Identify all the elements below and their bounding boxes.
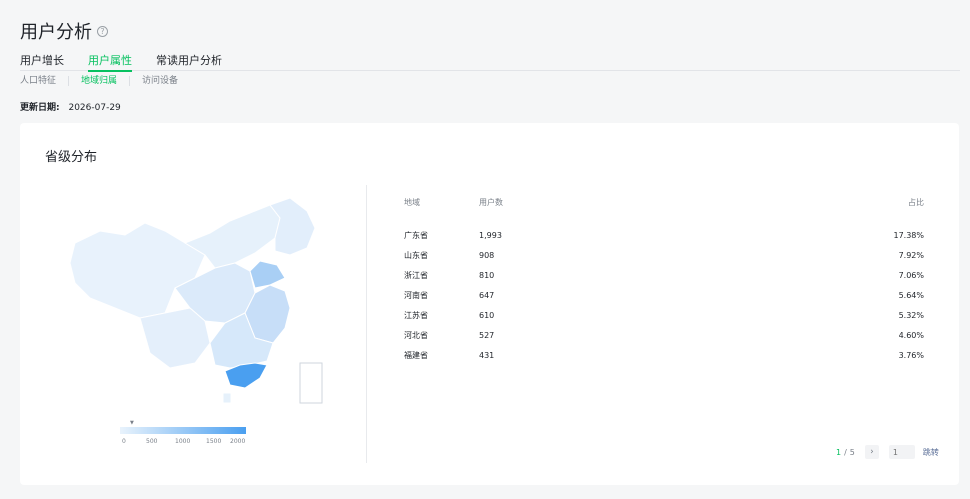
map-region-west[interactable] xyxy=(69,222,206,319)
table-row: 福建省 431 3.76% xyxy=(404,345,924,365)
province-card: 省级分布 ▼ 0 500 1000 1500 2000 地域 用户数 占比 广东… xyxy=(20,123,959,485)
subtab-device[interactable]: 访问设备 xyxy=(129,76,190,86)
card-title: 省级分布 xyxy=(45,150,98,165)
china-map xyxy=(69,197,323,404)
cell-users: 1,993 xyxy=(479,230,502,240)
cell-users: 527 xyxy=(479,330,495,340)
table-row: 山东省 908 7.92% xyxy=(404,245,924,265)
table-row: 河南省 647 5.64% xyxy=(404,285,924,305)
header-region: 地域 xyxy=(404,198,420,207)
subtab-region[interactable]: 地域归属 xyxy=(68,76,129,86)
map-region-shandong[interactable] xyxy=(249,260,286,289)
legend-ticks: 0 500 1000 1500 2000 xyxy=(120,438,250,448)
card-divider xyxy=(366,185,367,463)
table-row: 河北省 527 4.60% xyxy=(404,325,924,345)
map-south-sea-inset xyxy=(299,362,323,404)
legend-tick: 1500 xyxy=(206,438,222,445)
page-title: 用户分析 ? xyxy=(20,18,108,44)
pager-current: 1 xyxy=(836,447,842,457)
table-row: 江苏省 610 5.32% xyxy=(404,305,924,325)
table-row: 浙江省 810 7.06% xyxy=(404,265,924,285)
sub-tabs: 人口特征 地域归属 访问设备 xyxy=(20,76,190,86)
page-title-text: 用户分析 xyxy=(20,22,92,43)
cell-share: 5.64% xyxy=(898,290,924,300)
map-region-hainan[interactable] xyxy=(222,392,232,404)
legend-tick: 500 xyxy=(146,438,158,445)
legend-marker-icon: ▼ xyxy=(130,420,134,426)
cell-region: 广东省 xyxy=(404,230,428,240)
table-row: 广东省 1,993 17.38% xyxy=(404,225,924,245)
cell-share: 4.60% xyxy=(898,330,924,340)
province-table: 地域 用户数 占比 广东省 1,993 17.38% 山东省 908 7.92%… xyxy=(404,197,924,365)
update-date-label: 更新日期: xyxy=(20,103,60,113)
legend-gradient-bar xyxy=(120,427,246,434)
cell-users: 431 xyxy=(479,350,495,360)
page-jump-input[interactable] xyxy=(888,445,915,459)
cell-share: 3.76% xyxy=(898,350,924,360)
pager-separator: / xyxy=(844,447,847,457)
pager-total: 5 xyxy=(849,447,855,457)
cell-share: 5.32% xyxy=(898,310,924,320)
cell-region: 山东省 xyxy=(404,250,428,260)
tab-user-attributes[interactable]: 用户属性 xyxy=(88,52,132,72)
cell-users: 647 xyxy=(479,290,495,300)
update-date-value: 2026-07-29 xyxy=(68,103,121,113)
cell-users: 810 xyxy=(479,270,495,280)
map-region-southwest[interactable] xyxy=(139,307,211,369)
next-page-button[interactable]: › xyxy=(864,445,879,459)
update-date: 更新日期: 2026-07-29 xyxy=(20,100,121,113)
cell-users: 610 xyxy=(479,310,495,320)
header-share: 占比 xyxy=(908,198,924,207)
cell-region: 福建省 xyxy=(404,350,428,360)
header-users: 用户数 xyxy=(479,198,503,207)
tab-frequent-readers[interactable]: 常读用户分析 xyxy=(156,52,222,71)
main-tabs: 用户增长 用户属性 常读用户分析 xyxy=(20,52,960,72)
cell-users: 908 xyxy=(479,250,495,260)
question-circle-icon[interactable]: ? xyxy=(97,25,108,37)
chevron-right-icon: › xyxy=(870,447,874,457)
legend-tick: 2000 xyxy=(230,438,246,445)
subtab-demographics[interactable]: 人口特征 xyxy=(20,76,68,86)
cell-region: 河南省 xyxy=(404,290,428,300)
cell-region: 江苏省 xyxy=(404,310,428,320)
tab-user-growth[interactable]: 用户增长 xyxy=(20,52,64,71)
cell-share: 17.38% xyxy=(893,230,924,240)
cell-share: 7.92% xyxy=(898,250,924,260)
jump-button[interactable]: 跳转 xyxy=(923,447,939,458)
pagination: 1 / 5 › 跳转 xyxy=(836,445,939,459)
table-header: 地域 用户数 占比 xyxy=(404,197,924,209)
cell-share: 7.06% xyxy=(898,270,924,280)
legend-tick: 0 xyxy=(122,438,126,445)
legend-tick: 1000 xyxy=(175,438,191,445)
cell-region: 河北省 xyxy=(404,330,428,340)
cell-region: 浙江省 xyxy=(404,270,428,280)
